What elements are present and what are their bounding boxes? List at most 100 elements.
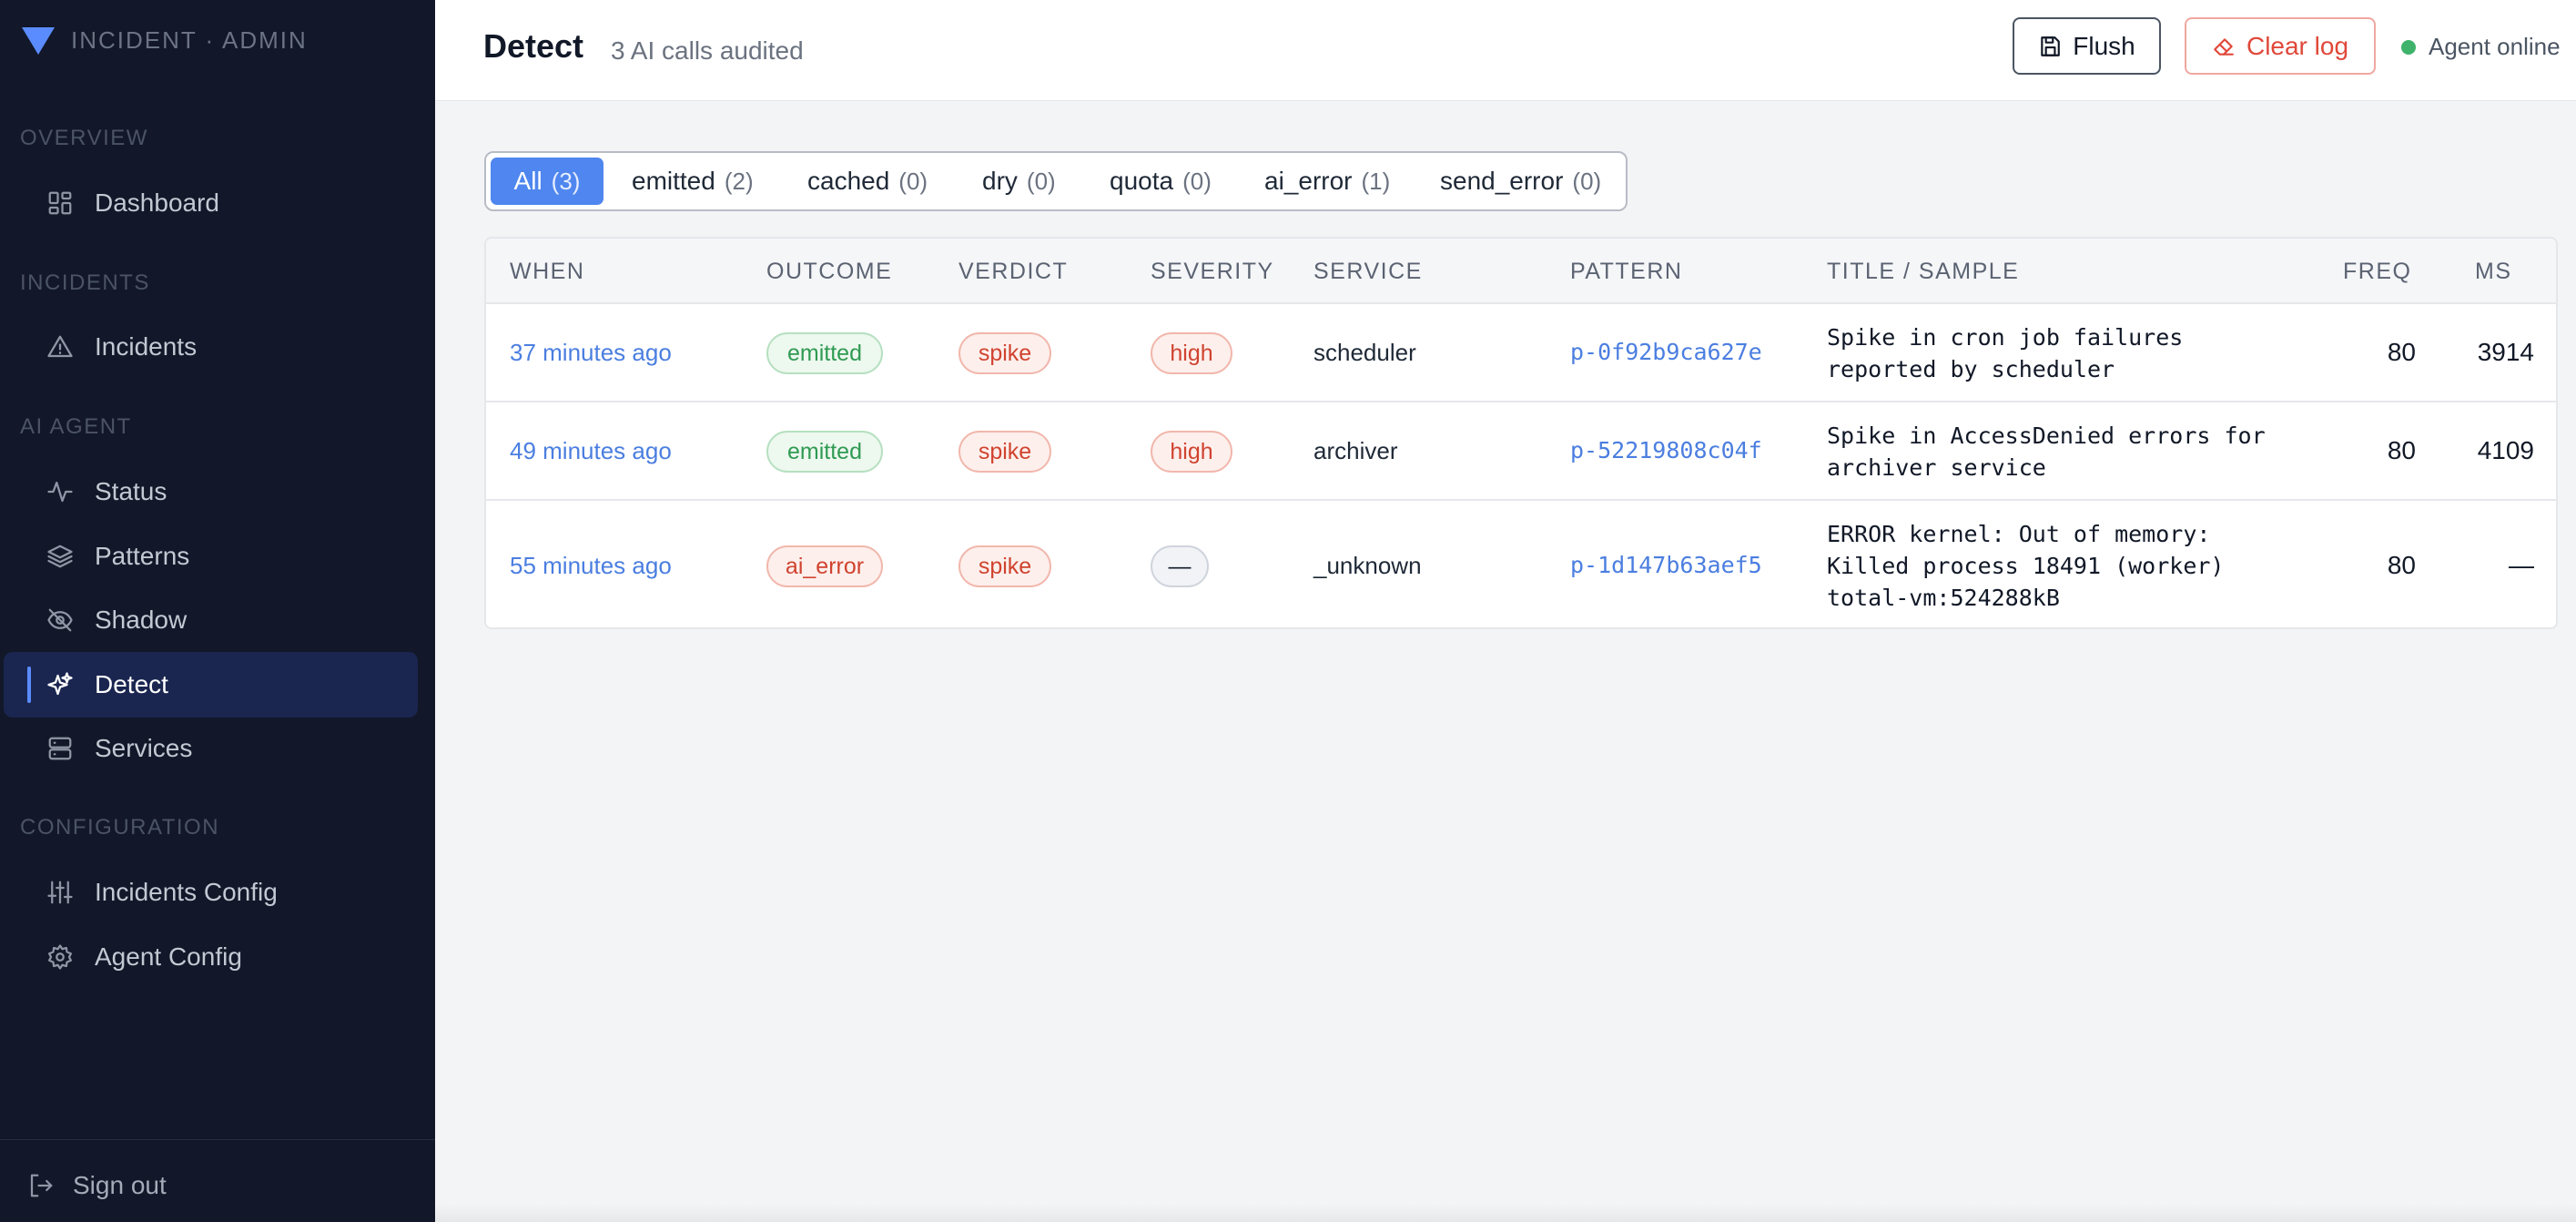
tab-emitted[interactable]: emitted (2)	[632, 158, 754, 205]
outcome-badge: emitted	[766, 431, 883, 473]
column-header-ms[interactable]: MS	[2475, 259, 2512, 285]
column-header-title-sample[interactable]: TITLE / SAMPLE	[1827, 259, 2019, 285]
tab-label: emitted	[632, 167, 715, 195]
sidebar-item-label: Services	[95, 734, 193, 762]
tab-label: ai_error	[1264, 167, 1353, 195]
ms-value: 4109	[2477, 436, 2534, 464]
service-name: _unknown	[1313, 552, 1422, 579]
tab-label: send_error	[1440, 167, 1564, 195]
sidebar-item-detect[interactable]: Detect	[4, 652, 418, 718]
pattern-link[interactable]: p-1d147b63aef5	[1570, 552, 1762, 578]
server-icon	[46, 734, 75, 763]
column-header-pattern[interactable]: PATTERN	[1570, 259, 1682, 285]
tab-count: (0)	[898, 167, 928, 195]
sparkles-icon	[46, 670, 75, 699]
sidebar: INCIDENT · ADMIN OVERVIEW Dashboard INCI…	[0, 0, 435, 1222]
sidebar-item-incidents-config[interactable]: Incidents Config	[4, 860, 418, 925]
agent-status: Agent online	[2401, 33, 2561, 61]
column-header-when[interactable]: WHEN	[510, 259, 584, 285]
tab-all[interactable]: All (3)	[491, 158, 603, 205]
pattern-link[interactable]: p-52219808c04f	[1570, 437, 1762, 463]
column-header-verdict[interactable]: VERDICT	[958, 259, 1068, 285]
tab-cached[interactable]: cached (0)	[807, 158, 928, 205]
freq-value: 80	[2387, 436, 2416, 464]
clear-log-button[interactable]: Clear log	[2185, 17, 2376, 75]
tab-send-error[interactable]: send_error (0)	[1440, 158, 1601, 205]
section-title-overview: OVERVIEW	[20, 126, 148, 150]
verdict-badge: spike	[958, 545, 1051, 587]
tab-ai-error[interactable]: ai_error (1)	[1264, 158, 1390, 205]
brand[interactable]: INCIDENT · ADMIN	[20, 24, 308, 56]
ms-value: —	[2509, 551, 2534, 579]
agent-status-label: Agent online	[2429, 33, 2561, 60]
when-link[interactable]: 37 minutes ago	[510, 339, 672, 367]
verdict-badge: spike	[958, 431, 1051, 473]
sidebar-item-shadow[interactable]: Shadow	[4, 587, 418, 653]
freq-value: 80	[2387, 551, 2416, 579]
tab-count: (0)	[1026, 167, 1056, 195]
verdict-badge: spike	[958, 332, 1051, 374]
severity-badge: —	[1151, 545, 1209, 587]
sidebar-item-dashboard[interactable]: Dashboard	[4, 170, 418, 236]
column-header-service[interactable]: SERVICE	[1313, 259, 1423, 285]
ai-calls-table: WHEN OUTCOME VERDICT SEVERITY SERVICE PA…	[484, 237, 2558, 629]
page-header: Detect 3 AI calls audited Flush Clear lo…	[435, 0, 2576, 101]
service-name: scheduler	[1313, 339, 1416, 366]
section-title-incidents: INCIDENTS	[20, 270, 150, 295]
sidebar-item-label: Incidents Config	[95, 878, 278, 906]
sidebar-item-agent-config[interactable]: Agent Config	[4, 924, 418, 990]
title-sample: ERROR kernel: Out of memory: Killed proc…	[1827, 521, 2225, 611]
column-header-freq[interactable]: FREQ	[2343, 259, 2411, 285]
sidebar-item-label: Detect	[95, 670, 168, 698]
page-subtitle: 3 AI calls audited	[611, 36, 804, 65]
grid-icon	[46, 188, 75, 218]
pattern-link[interactable]: p-0f92b9ca627e	[1570, 339, 1762, 365]
column-header-outcome[interactable]: OUTCOME	[766, 259, 892, 285]
sidebar-item-label: Incidents	[95, 332, 198, 361]
flush-label: Flush	[2073, 31, 2135, 60]
outcome-badge: ai_error	[766, 545, 883, 587]
table-row[interactable]: 55 minutes ago ai_error spike — _unknown…	[486, 501, 2556, 627]
section-title-configuration: CONFIGURATION	[20, 815, 220, 840]
tab-label: All	[513, 167, 543, 195]
title-sample: Spike in cron job failures reported by s…	[1827, 324, 2184, 382]
table-row[interactable]: 49 minutes ago emitted spike high archiv…	[486, 402, 2556, 501]
sidebar-item-incidents[interactable]: Incidents	[4, 314, 418, 380]
tab-label: quota	[1110, 167, 1174, 195]
sidebar-item-label: Patterns	[95, 542, 190, 570]
tab-count: (2)	[724, 167, 754, 195]
when-link[interactable]: 49 minutes ago	[510, 437, 672, 465]
sidebar-divider	[0, 1139, 435, 1140]
sidebar-item-status[interactable]: Status	[4, 459, 418, 524]
table-row[interactable]: 37 minutes ago emitted spike high schedu…	[486, 304, 2556, 402]
tab-count: (0)	[1572, 167, 1602, 195]
status-dot	[2401, 39, 2416, 55]
table-header: WHEN OUTCOME VERDICT SEVERITY SERVICE PA…	[486, 239, 2556, 304]
sidebar-item-label: Shadow	[95, 606, 188, 634]
log-out-icon	[30, 1174, 53, 1197]
ms-value: 3914	[2477, 338, 2534, 366]
sidebar-item-label: Status	[95, 477, 167, 505]
bottom-shadow	[435, 1204, 2576, 1222]
tab-quota[interactable]: quota (0)	[1110, 158, 1212, 205]
service-name: archiver	[1313, 437, 1398, 464]
tab-dry[interactable]: dry (0)	[982, 158, 1056, 205]
save-icon	[2041, 36, 2061, 56]
eraser-icon	[2214, 37, 2234, 56]
activity-icon	[46, 477, 75, 506]
tab-label: cached	[807, 167, 890, 195]
sidebar-item-services[interactable]: Services	[4, 716, 418, 781]
severity-badge: high	[1151, 332, 1232, 374]
flush-button[interactable]: Flush	[2013, 17, 2161, 75]
sign-out-button[interactable]: Sign out	[27, 1171, 167, 1200]
section-title-ai-agent: AI AGENT	[20, 414, 132, 439]
column-header-severity[interactable]: SEVERITY	[1151, 259, 1274, 285]
eye-off-icon	[46, 606, 75, 635]
sidebar-item-patterns[interactable]: Patterns	[4, 524, 418, 589]
brand-text: INCIDENT · ADMIN	[71, 25, 308, 54]
outcome-filter-tabs: All (3) emitted (2) cached (0) dry (0) quota…	[484, 151, 1628, 211]
tab-count: (1)	[1361, 167, 1391, 195]
when-link[interactable]: 55 minutes ago	[510, 552, 672, 580]
gear-icon	[46, 942, 75, 972]
severity-badge: high	[1151, 431, 1232, 473]
